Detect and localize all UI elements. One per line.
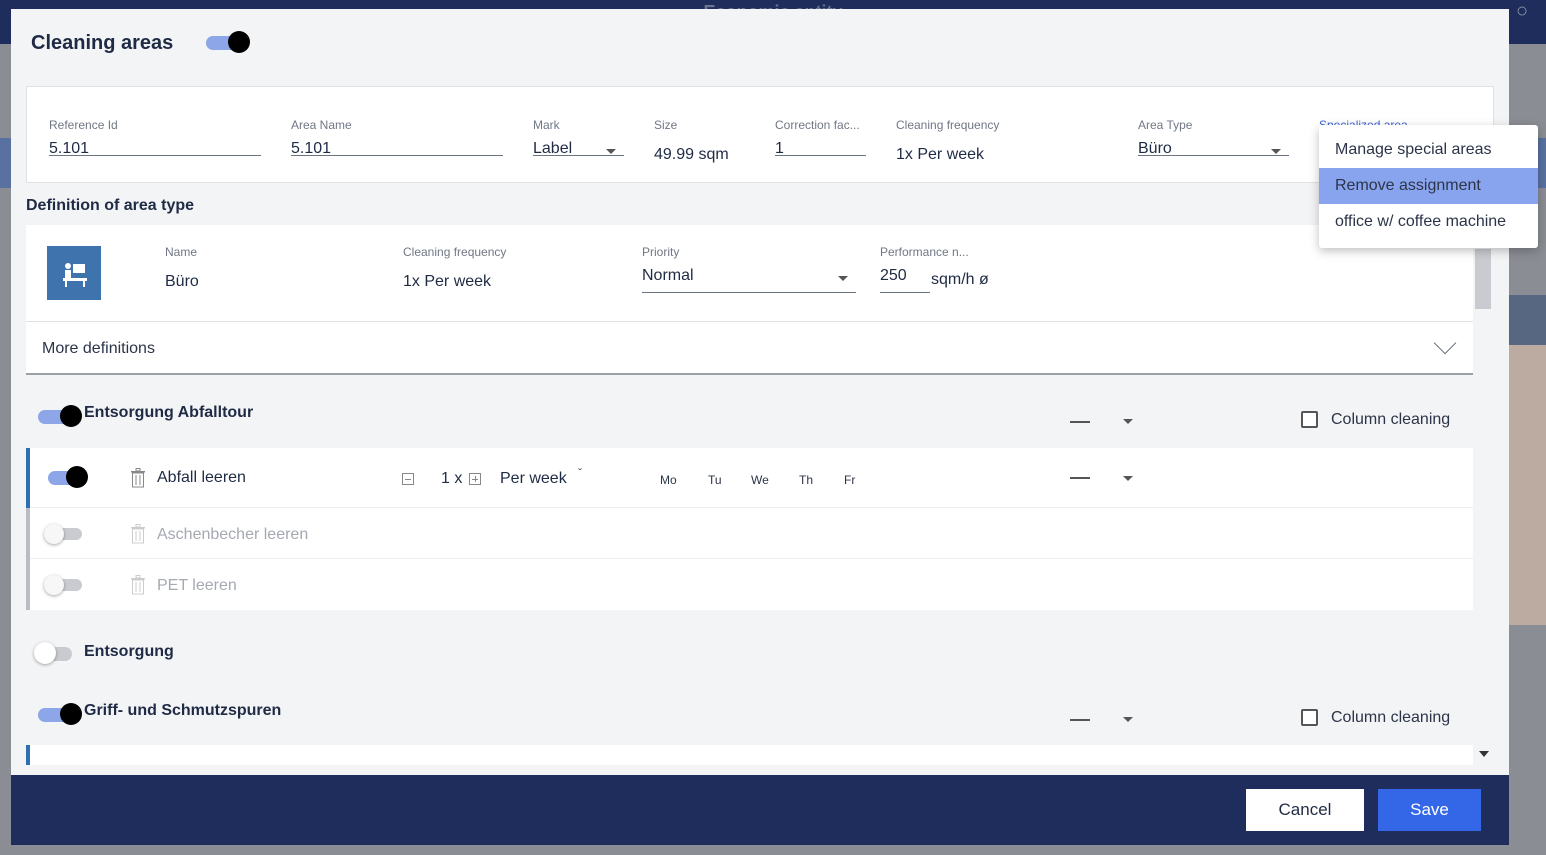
office-desk-icon	[47, 246, 101, 300]
size-field: Size 49.99 sqm	[654, 118, 754, 164]
priority-label: Priority	[642, 245, 680, 259]
task-count: 1 x	[441, 470, 463, 487]
save-button[interactable]: Save	[1378, 789, 1481, 831]
chevron-down-icon	[838, 276, 848, 281]
cleaning-frequency-field: Cleaning frequency 1x Per week	[896, 118, 1096, 164]
trash-icon[interactable]	[130, 575, 146, 595]
modal-title: Cleaning areas	[31, 32, 174, 54]
cleaning-areas-toggle[interactable]	[206, 31, 250, 53]
reference-id-field[interactable]: Reference Id 5.101	[49, 118, 261, 157]
definition-frequency-field: Cleaning frequency 1x Per week	[403, 245, 603, 291]
group-toggle[interactable]	[38, 703, 82, 725]
definition-name-field: Name Büro	[165, 245, 345, 291]
size-value: 49.99 sqm	[654, 146, 729, 163]
performance-value: 250	[880, 267, 907, 284]
group-title: Griff- und Schmutzspuren	[84, 702, 282, 719]
day-toggle-tu[interactable]: Tu	[708, 473, 722, 487]
column-cleaning-checkbox[interactable]	[1301, 411, 1318, 428]
dash-icon	[1070, 719, 1090, 721]
area-name-label: Area Name	[291, 118, 352, 132]
priority-select[interactable]: Priority Normal	[642, 245, 856, 293]
column-cleaning-label: Column cleaning	[1331, 709, 1451, 726]
chevron-down-icon[interactable]	[1123, 419, 1133, 424]
area-type-label: Area Type	[1138, 118, 1193, 132]
divider	[26, 321, 1473, 322]
group-row-griff-schmutzspuren: Griff- und Schmutzspuren Column cleaning	[26, 689, 1473, 739]
cleaning-frequency-value: 1x Per week	[896, 146, 985, 163]
modal-footer: Cancel Save	[11, 775, 1509, 845]
mark-label: Mark	[533, 118, 560, 132]
group-toggle[interactable]	[34, 642, 72, 664]
definition-title: Definition of area type	[26, 197, 195, 214]
chevron-down-icon	[1271, 149, 1281, 154]
correction-label: Correction fac...	[775, 118, 860, 132]
task-row-partial	[26, 745, 1473, 765]
menu-item-office-coffee-machine[interactable]: office w/ coffee machine	[1319, 204, 1538, 240]
day-toggle-fr[interactable]: Fr	[844, 473, 855, 487]
group-toggle[interactable]	[38, 405, 82, 427]
more-definitions-toggle[interactable]: More definitions	[42, 340, 155, 358]
day-toggle-we[interactable]: We	[751, 473, 769, 487]
group-row-entsorgung: Entsorgung	[26, 633, 1473, 683]
task-row-aschenbecher-leeren: Aschenbecher leeren	[26, 508, 1473, 559]
area-name-field[interactable]: Area Name 5.101	[291, 118, 503, 157]
scrollbar[interactable]	[1475, 249, 1492, 764]
definition-frequency-label: Cleaning frequency	[403, 245, 507, 259]
close-icon[interactable]: ○	[1516, 0, 1546, 22]
day-toggle-mo[interactable]: Mo	[660, 473, 677, 487]
chevron-down-icon	[606, 149, 616, 154]
group-row-entsorgung-abfalltour: Entsorgung Abfalltour Column cleaning	[26, 391, 1473, 441]
column-cleaning-label: Column cleaning	[1331, 411, 1451, 428]
chevron-down-icon[interactable]	[1123, 476, 1133, 481]
divider	[26, 373, 1473, 375]
trash-icon[interactable]	[130, 524, 146, 544]
definition-name-value: Büro	[165, 273, 199, 290]
menu-item-manage-special-areas[interactable]: Manage special areas	[1319, 132, 1538, 168]
task-row-abfall-leeren: Abfall leeren 1 x Per week ˇ Mo Tu We Th…	[26, 448, 1473, 508]
task-toggle[interactable]	[48, 466, 88, 488]
definition-card: Name Büro Cleaning frequency 1x Per week…	[26, 225, 1473, 375]
performance-input[interactable]: Performance n... 250	[880, 245, 969, 293]
correction-factor-field[interactable]: Correction fac... 1	[775, 118, 866, 157]
definition-frequency-value: 1x Per week	[403, 273, 492, 290]
specialized-area-dropdown: Manage special areas Remove assignment o…	[1319, 125, 1538, 248]
minus-icon[interactable]	[402, 473, 414, 485]
dash-icon	[1070, 421, 1090, 423]
cancel-button[interactable]: Cancel	[1246, 789, 1364, 831]
group-title: Entsorgung	[84, 643, 174, 660]
chevron-down-icon[interactable]	[1433, 331, 1457, 355]
day-toggle-th[interactable]: Th	[799, 473, 813, 487]
group-title: Entsorgung Abfalltour	[84, 404, 254, 421]
size-label: Size	[654, 118, 678, 132]
floor-plan-header	[1507, 295, 1546, 345]
modal-header: Cleaning areas	[11, 9, 1509, 79]
task-toggle[interactable]	[44, 524, 82, 544]
plus-icon[interactable]	[469, 473, 481, 485]
trash-icon[interactable]	[130, 468, 146, 488]
task-period-select[interactable]: Per week	[500, 470, 567, 488]
cleaning-frequency-label: Cleaning frequency	[896, 118, 1000, 132]
column-cleaning-checkbox[interactable]	[1301, 709, 1318, 726]
task-name: PET leeren	[157, 577, 237, 594]
mark-select[interactable]: Mark Label	[533, 118, 624, 157]
task-name: Aschenbecher leeren	[157, 526, 309, 543]
area-type-select[interactable]: Area Type Büro	[1138, 118, 1289, 157]
priority-value: Normal	[642, 267, 694, 284]
chevron-down-icon[interactable]: ˇ	[578, 466, 582, 480]
performance-label: Performance n...	[880, 245, 969, 259]
task-row-pet-leeren: PET leeren	[26, 559, 1473, 610]
chevron-down-icon[interactable]	[1123, 717, 1133, 722]
reference-id-label: Reference Id	[49, 118, 118, 132]
scroll-down-arrow-icon[interactable]	[1479, 751, 1489, 757]
cleaning-areas-modal: Cleaning areas Reference Id 5.101 Area N…	[11, 9, 1509, 775]
menu-item-remove-assignment[interactable]: Remove assignment	[1319, 168, 1538, 204]
area-reference-card: Reference Id 5.101 Area Name 5.101 Mark …	[26, 86, 1494, 183]
definition-name-label: Name	[165, 245, 198, 259]
performance-unit: sqm/h ø	[931, 271, 989, 288]
dash-icon	[1070, 477, 1090, 479]
scrollbar-thumb[interactable]	[1475, 249, 1491, 309]
task-name: Abfall leeren	[157, 469, 246, 486]
task-toggle[interactable]	[44, 575, 82, 595]
